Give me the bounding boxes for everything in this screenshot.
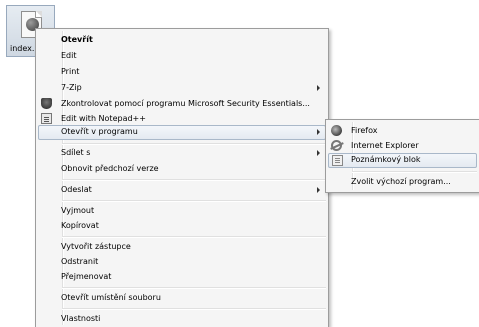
submenu-arrow-icon [317, 187, 320, 193]
menu-item-7zip[interactable]: 7-Zip [38, 81, 326, 95]
security-essentials-icon [41, 98, 52, 109]
menu-separator [62, 287, 326, 289]
menu-item-properties[interactable]: Vlastnosti [38, 312, 326, 326]
submenu-arrow-icon [317, 129, 320, 135]
internet-explorer-icon [331, 140, 342, 151]
menu-item-edit-notepadpp[interactable]: Edit with Notepad++ [38, 112, 326, 126]
submenu-item-notepad[interactable]: Poznámkový blok [328, 153, 477, 168]
menu-separator [62, 200, 326, 202]
menu-separator [352, 171, 477, 173]
submenu-item-firefox[interactable]: Firefox [328, 124, 477, 138]
menu-item-delete[interactable]: Odstranit [38, 255, 326, 269]
menu-item-edit[interactable]: Edit [38, 49, 326, 63]
submenu-item-internet-explorer[interactable]: Internet Explorer [328, 139, 477, 153]
menu-item-scan-mse[interactable]: Zkontrolovat pomocí programu Microsoft S… [38, 97, 326, 111]
submenu-item-choose-default[interactable]: Zvolit výchozí program... [328, 175, 477, 189]
menu-item-send-to[interactable]: Odeslat [38, 183, 326, 197]
submenu-arrow-icon [317, 85, 320, 91]
menu-separator [62, 179, 326, 181]
menu-separator [62, 308, 326, 310]
menu-item-rename[interactable]: Přejmenovat [38, 270, 326, 284]
submenu-arrow-icon [317, 150, 320, 156]
notepad-icon [332, 155, 343, 166]
file-name-label: index. [10, 44, 35, 53]
firefox-icon [331, 125, 342, 136]
menu-separator [62, 236, 326, 238]
menu-item-create-shortcut[interactable]: Vytvořit zástupce [38, 240, 326, 254]
menu-item-open-with[interactable]: Otevřít v programu [38, 125, 326, 140]
menu-item-open-file-location[interactable]: Otevřít umístění souboru [38, 291, 326, 305]
menu-item-share-with[interactable]: Sdílet s [38, 146, 326, 160]
menu-item-cut[interactable]: Vyjmout [38, 204, 326, 218]
context-menu: Otevřít Edit Print 7-Zip Zkontrolovat po… [35, 28, 329, 327]
notepadpp-icon [41, 113, 52, 124]
menu-item-copy[interactable]: Kopírovat [38, 219, 326, 233]
menu-item-restore-versions[interactable]: Obnovit předchozí verze [38, 162, 326, 176]
open-with-submenu: Firefox Internet Explorer Poznámkový blo… [325, 119, 479, 193]
menu-separator [62, 143, 326, 145]
menu-item-open[interactable]: Otevřít [38, 33, 326, 47]
menu-item-print[interactable]: Print [38, 65, 326, 79]
